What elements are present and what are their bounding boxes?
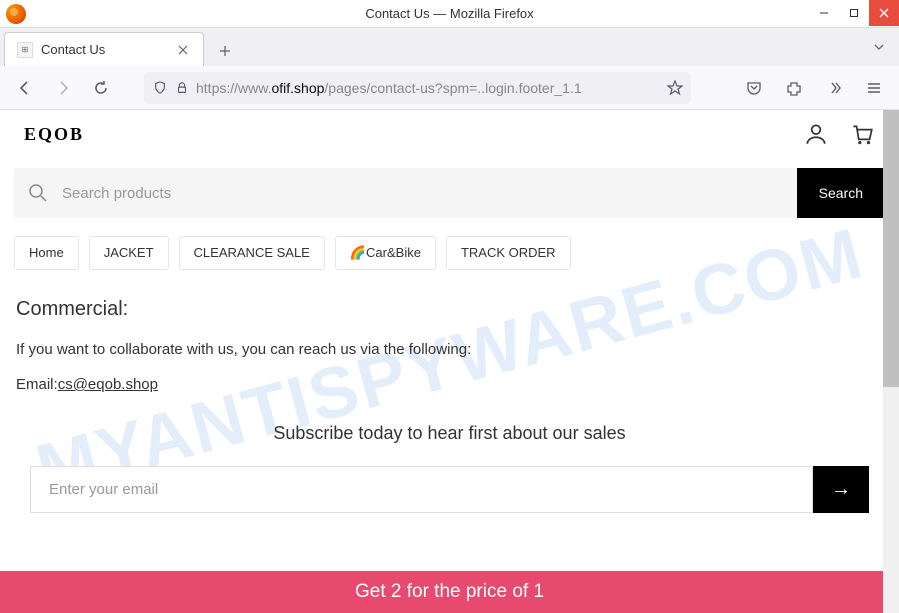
search-input[interactable]	[62, 185, 797, 202]
new-tab-button[interactable]	[210, 36, 240, 66]
tab-title: Contact Us	[41, 42, 167, 57]
page-content: MYANTISPYWARE.COM EQOB Search Home JACKE…	[0, 110, 899, 613]
toolbar-actions	[739, 73, 889, 103]
menu-icon[interactable]	[859, 73, 889, 103]
subscribe-section: Subscribe today to hear first about our …	[0, 413, 899, 513]
subscribe-input[interactable]	[30, 466, 813, 513]
shop-logo[interactable]: EQOB	[24, 124, 84, 145]
cart-icon[interactable]	[849, 121, 875, 147]
search-bar: Search	[14, 168, 885, 218]
content-section: Commercial: If you want to collaborate w…	[0, 278, 899, 413]
email-label: Email:	[16, 376, 58, 393]
section-heading: Commercial:	[16, 298, 883, 321]
pocket-icon[interactable]	[739, 73, 769, 103]
scrollbar-thumb[interactable]	[883, 110, 899, 387]
back-button[interactable]	[10, 73, 40, 103]
minimize-button[interactable]	[809, 0, 839, 26]
body-text: If you want to collaborate with us, you …	[16, 339, 883, 360]
nav-item-track-order[interactable]: TRACK ORDER	[446, 236, 571, 270]
shield-icon[interactable]	[152, 80, 168, 96]
maximize-button[interactable]	[839, 0, 869, 26]
search-button[interactable]: Search	[797, 168, 885, 218]
reload-button[interactable]	[86, 73, 116, 103]
nav-menu: Home JACKET CLEARANCE SALE 🌈Car&Bike TRA…	[0, 228, 899, 278]
overflow-icon[interactable]	[819, 73, 849, 103]
window-titlebar: Contact Us — Mozilla Firefox	[0, 0, 899, 28]
tab-close-button[interactable]	[175, 42, 191, 58]
tab-favicon-icon: ⊞	[17, 42, 33, 58]
email-line: Email:cs@eqob.shop	[16, 376, 883, 393]
tab-bar: ⊞ Contact Us	[0, 28, 899, 66]
nav-item-jacket[interactable]: JACKET	[89, 236, 169, 270]
shop-header: EQOB	[0, 110, 899, 158]
extensions-icon[interactable]	[779, 73, 809, 103]
search-icon	[28, 183, 48, 203]
subscribe-button[interactable]: →	[813, 466, 869, 513]
url-text: https://www.ofif.shop/pages/contact-us?s…	[196, 80, 661, 96]
account-icon[interactable]	[803, 121, 829, 147]
all-tabs-button[interactable]	[867, 35, 891, 59]
close-button[interactable]	[869, 0, 899, 26]
browser-tab[interactable]: ⊞ Contact Us	[4, 32, 204, 66]
scrollbar[interactable]	[883, 110, 899, 613]
subscribe-title: Subscribe today to hear first about our …	[30, 423, 869, 444]
promo-banner[interactable]: Get 2 for the price of 1	[0, 571, 899, 613]
address-bar[interactable]: https://www.ofif.shop/pages/contact-us?s…	[144, 72, 691, 104]
header-icons	[803, 121, 875, 147]
nav-item-home[interactable]: Home	[14, 236, 79, 270]
browser-toolbar: https://www.ofif.shop/pages/contact-us?s…	[0, 66, 899, 110]
window-title: Contact Us — Mozilla Firefox	[365, 6, 533, 21]
subscribe-form: →	[30, 466, 869, 513]
firefox-icon	[6, 4, 26, 24]
email-link[interactable]: cs@eqob.shop	[58, 376, 158, 393]
window-controls	[809, 0, 899, 26]
search-section: Search	[0, 158, 899, 228]
arrow-right-icon: →	[831, 478, 851, 501]
bookmark-star-icon[interactable]	[667, 80, 683, 96]
nav-item-car-bike[interactable]: 🌈Car&Bike	[335, 236, 436, 270]
nav-item-clearance[interactable]: CLEARANCE SALE	[179, 236, 325, 270]
forward-button[interactable]	[48, 73, 78, 103]
lock-icon[interactable]	[174, 80, 190, 96]
